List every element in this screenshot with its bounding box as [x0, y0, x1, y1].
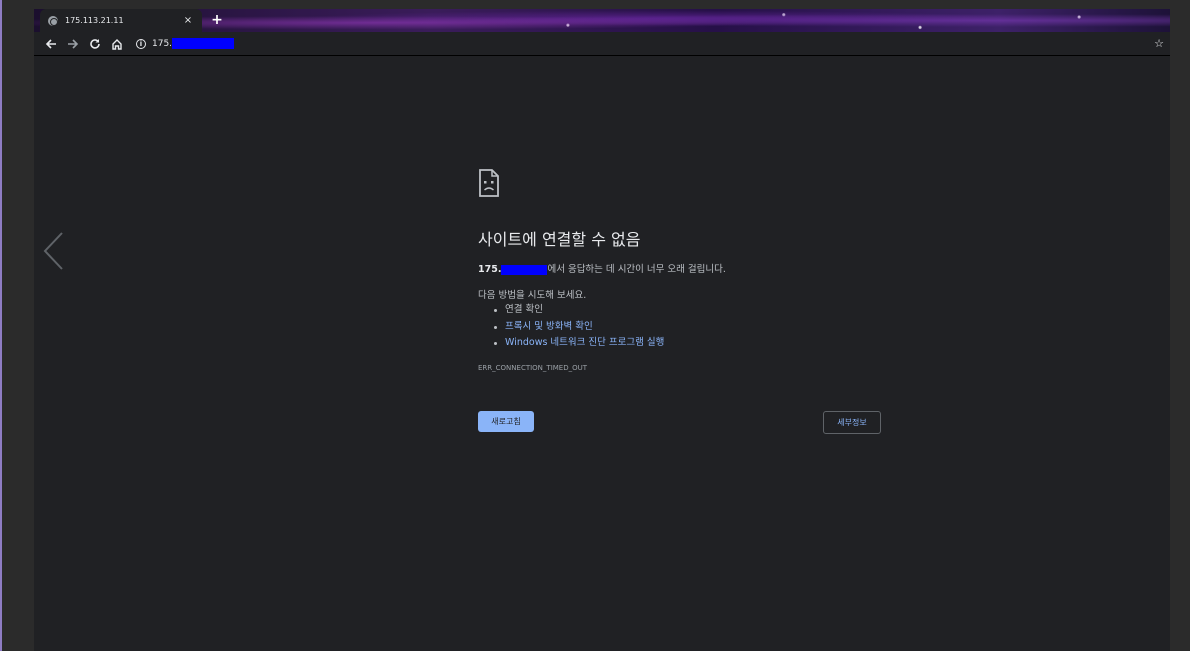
forward-button[interactable]	[62, 34, 84, 54]
url-redaction	[172, 38, 235, 49]
url-text: 175.	[152, 38, 235, 49]
back-arrow-icon	[45, 38, 56, 49]
reload-icon	[90, 38, 100, 49]
sad-page-icon	[479, 169, 499, 197]
suggestion-check-proxy-firewall[interactable]: 프록시 및 방화벽 확인	[494, 319, 664, 336]
browser-window: 175.113.21.11 × + i 175. ☆ 사이트에 연결할 수 없음…	[34, 9, 1170, 651]
tab-title: 175.113.21.11	[65, 16, 124, 25]
suggestion-check-connection: 연결 확인	[494, 302, 664, 319]
tab-strip: 175.113.21.11 × +	[34, 9, 1170, 32]
new-tab-button[interactable]: +	[208, 11, 226, 29]
reload-button[interactable]	[84, 34, 106, 54]
host-redaction	[501, 264, 548, 275]
address-bar[interactable]: i 175.	[132, 34, 1144, 54]
reload-page-button[interactable]: 새로고침	[478, 411, 534, 432]
suggestion-list: 연결 확인 프록시 및 방화벽 확인 Windows 네트워크 진단 프로그램 …	[494, 302, 664, 352]
bookmark-star-icon[interactable]: ☆	[1148, 37, 1170, 50]
details-button[interactable]: 세부정보	[823, 411, 881, 434]
info-icon[interactable]: i	[136, 38, 146, 49]
host-name: 175.	[478, 264, 502, 275]
suggestion-run-network-diagnostics[interactable]: Windows 네트워크 진단 프로그램 실행	[494, 335, 664, 352]
error-code: ERR_CONNECTION_TIMED_OUT	[478, 364, 588, 372]
tab-close-icon[interactable]: ×	[182, 15, 194, 26]
forward-arrow-icon	[68, 38, 79, 49]
description-suffix: 에서 응답하는 데 시간이 너무 오래 걸립니다.	[547, 264, 726, 275]
try-label: 다음 방법을 시도해 보세요.	[478, 290, 587, 301]
home-button[interactable]	[106, 34, 128, 54]
tab-active[interactable]: 175.113.21.11 ×	[40, 9, 202, 32]
window-edge	[0, 0, 2, 651]
error-description: 175. 에서 응답하는 데 시간이 너무 오래 걸립니다.	[478, 261, 726, 275]
toolbar: i 175. ☆	[34, 32, 1170, 56]
back-button[interactable]	[40, 34, 62, 54]
error-page: 사이트에 연결할 수 없음 175. 에서 응답하는 데 시간이 너무 오래 걸립…	[34, 56, 1170, 651]
error-headline: 사이트에 연결할 수 없음	[478, 230, 641, 249]
globe-icon	[48, 15, 58, 26]
home-icon	[112, 38, 122, 50]
chevron-left-icon[interactable]	[42, 231, 64, 271]
